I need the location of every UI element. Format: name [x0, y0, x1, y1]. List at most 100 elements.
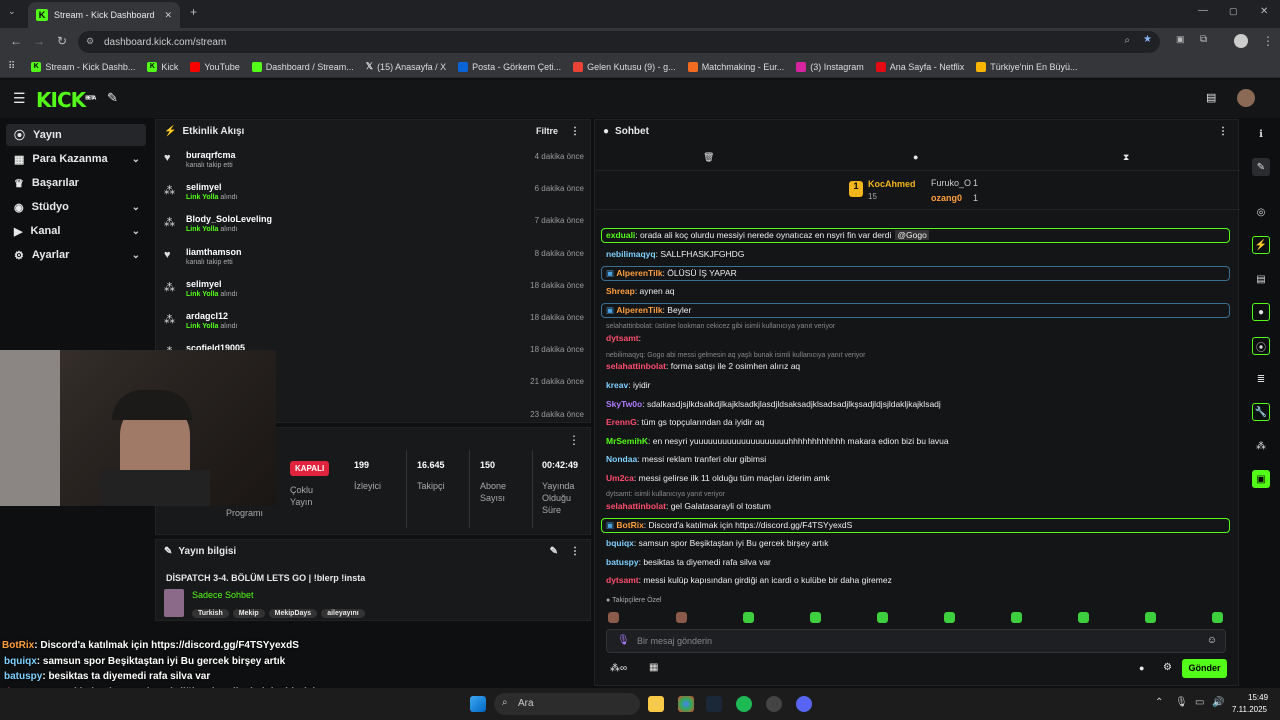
- top-user-name[interactable]: Furuko_O: [931, 178, 971, 188]
- emoji-icon[interactable]: ☺: [1207, 635, 1217, 646]
- bookmark-item[interactable]: K Kick: [147, 61, 178, 72]
- sidebar-item-basarilar[interactable]: ♛ Başarılar: [6, 172, 146, 194]
- send-button[interactable]: Gönder: [1182, 659, 1227, 678]
- close-window-icon[interactable]: ✕: [1260, 6, 1268, 17]
- sidebar-item-yayin[interactable]: ⦿ Yayın: [6, 124, 146, 146]
- bookmark-item[interactable]: 𝕏 (15) Anasayfa / X: [366, 61, 446, 72]
- event-user[interactable]: liamthamson: [186, 247, 242, 257]
- emote-icon[interactable]: [1078, 612, 1089, 623]
- pencil-icon[interactable]: ✎: [1252, 158, 1270, 176]
- tab-search-icon[interactable]: ⌄: [8, 6, 16, 17]
- reload-icon[interactable]: ↻: [57, 34, 67, 48]
- event-user[interactable]: selimyel: [186, 182, 222, 192]
- wrench-icon[interactable]: 🔧: [1252, 403, 1270, 421]
- chat-message[interactable]: batuspy: besiktas ta diyemedi rafa silva…: [606, 557, 771, 567]
- emote-icon[interactable]: [743, 612, 754, 623]
- app-icon[interactable]: ▣: [1252, 470, 1270, 488]
- chat-username[interactable]: SkyTw0o: [606, 399, 642, 409]
- chat-message[interactable]: exduali: orada ali koç olurdu messiyi ne…: [606, 230, 929, 240]
- hourglass-icon[interactable]: ⧗: [1123, 152, 1129, 163]
- emote-icon[interactable]: [1011, 612, 1022, 623]
- layers-icon[interactable]: ≣: [1252, 370, 1270, 388]
- chat-message[interactable]: dytsamt:: [606, 333, 641, 343]
- chat-message[interactable]: Um2ca: messi gelirse ilk 11 olduğu tüm m…: [606, 473, 830, 483]
- taskbar-search[interactable]: ⌕ Ara: [494, 693, 640, 715]
- tag[interactable]: aileyayını: [321, 609, 365, 618]
- chat-message[interactable]: nebilimaqyq: SALLFHASKJFGHDG: [606, 249, 744, 259]
- sidebar-item-studyo[interactable]: ◉ Stüdyo ⌄: [6, 196, 146, 218]
- chat-message[interactable]: selahattinbolat: forma satışı ile 2 osim…: [606, 361, 800, 371]
- store-icon[interactable]: ▤: [1206, 91, 1216, 104]
- chat-username[interactable]: nebilimaqyq: [606, 249, 656, 259]
- chat-bubble-icon[interactable]: ●: [1252, 303, 1270, 321]
- document-icon[interactable]: ▤: [1252, 270, 1270, 288]
- sidebar-item-ayarlar[interactable]: ⚙ Ayarlar ⌄: [6, 244, 146, 266]
- bookmark-item[interactable]: K Stream - Kick Dashb...: [31, 61, 135, 72]
- network-icon[interactable]: ▭: [1195, 697, 1204, 708]
- bookmark-item[interactable]: Türkiye'nin En Büyü...: [976, 61, 1078, 72]
- tool-icon[interactable]: ✎: [107, 90, 118, 106]
- chat-username[interactable]: AlperenTilk: [616, 305, 662, 315]
- event-user[interactable]: ardagcl12: [186, 311, 228, 321]
- url-field[interactable]: ⚙ dashboard.kick.com/stream ⌕ ★: [78, 31, 1160, 53]
- chat-message[interactable]: dytsamt: messi kulüp kapısından girdiği …: [606, 575, 892, 585]
- clock-time[interactable]: 15:49: [1248, 693, 1268, 702]
- chat-input[interactable]: 🎙 Bir mesaj gönderin ☺: [606, 629, 1226, 653]
- mic-icon[interactable]: 🎙: [617, 635, 630, 646]
- maximize-icon[interactable]: ▢: [1229, 6, 1238, 17]
- tag[interactable]: Turkish: [192, 609, 229, 618]
- tab-close-icon[interactable]: ✕: [164, 10, 172, 21]
- chat-username[interactable]: MrSemihK: [606, 436, 648, 446]
- chat-username[interactable]: BotRix: [616, 520, 643, 530]
- chat-message[interactable]: Nondaa: messi reklam tranferi olur gibim…: [606, 454, 766, 464]
- chat-message[interactable]: bquiqx: samsun spor Beşiktaştan iyi Bu g…: [606, 538, 829, 548]
- reply-context[interactable]: nebilimaqyq: Gogo abi messi gelmesin aq …: [606, 352, 866, 359]
- people-icon[interactable]: ⁂: [1252, 437, 1270, 455]
- windows-start-icon[interactable]: [470, 696, 486, 712]
- chat-message[interactable]: ErennG: tüm gs topçularından da iyidir a…: [606, 417, 764, 427]
- steam-icon[interactable]: [706, 696, 722, 712]
- bookmark-star-icon[interactable]: ★: [1143, 34, 1152, 45]
- tag[interactable]: Mekip: [232, 609, 265, 618]
- chat-message[interactable]: ▣ AlperenTilk: Beyler: [606, 305, 691, 316]
- hamburger-menu-icon[interactable]: ☰: [13, 90, 26, 107]
- tag[interactable]: MekipDays: [268, 609, 318, 618]
- emote-icon[interactable]: [608, 612, 619, 623]
- info-icon[interactable]: ℹ: [1252, 125, 1270, 143]
- trash-icon[interactable]: 🗑: [703, 152, 714, 163]
- mic-icon[interactable]: 🎙: [1175, 697, 1188, 708]
- chrome-icon[interactable]: [678, 696, 694, 712]
- chat-username[interactable]: AlperenTilk: [616, 268, 662, 278]
- more-options-icon[interactable]: ⋮: [568, 433, 580, 447]
- more-options-icon[interactable]: ⋮: [1218, 126, 1228, 137]
- people-icon[interactable]: ⁂∞: [610, 663, 627, 674]
- chat-username[interactable]: exduali: [606, 230, 635, 240]
- spotify-icon[interactable]: [736, 696, 752, 712]
- site-info-icon[interactable]: ⚙: [86, 36, 94, 47]
- bookmark-item[interactable]: Matchmaking - Eur...: [687, 61, 784, 72]
- bookmark-item[interactable]: Posta - Görkem Çeti...: [458, 61, 561, 72]
- bolt-icon[interactable]: ⚡: [1252, 236, 1270, 254]
- chat-message[interactable]: Shreap: aynen aq: [606, 286, 675, 296]
- profile-avatar[interactable]: [1234, 34, 1248, 48]
- top-user-name[interactable]: KocAhmed: [868, 179, 916, 189]
- back-icon[interactable]: ←: [10, 34, 22, 48]
- bookmark-item[interactable]: Ana Sayfa - Netflix: [875, 61, 964, 72]
- volume-icon[interactable]: 🔊: [1212, 697, 1224, 708]
- chat-username[interactable]: batuspy: [606, 557, 639, 567]
- emote-icon[interactable]: [944, 612, 955, 623]
- emote-icon[interactable]: [1212, 612, 1223, 623]
- new-tab-icon[interactable]: +: [190, 5, 197, 19]
- sidebar-item-kanal[interactable]: ▶ Kanal ⌄: [6, 220, 146, 242]
- emote-icon[interactable]: [810, 612, 821, 623]
- kick-logo[interactable]: KICKBETA: [36, 88, 96, 112]
- forward-icon[interactable]: →: [33, 34, 45, 48]
- emote-icon[interactable]: [877, 612, 888, 623]
- event-user[interactable]: selimyel: [186, 279, 222, 289]
- chat-message[interactable]: ▣ AlperenTilk: ÖLÜSÜ İŞ YAPAR: [606, 268, 737, 279]
- store-icon[interactable]: ▦: [649, 662, 658, 673]
- edit-icon[interactable]: ✎: [550, 546, 558, 557]
- event-user[interactable]: Blody_SoloLeveling: [186, 214, 272, 224]
- menu-dots-icon[interactable]: ⋮: [1262, 34, 1274, 48]
- zoom-icon[interactable]: ⌕: [1124, 35, 1130, 46]
